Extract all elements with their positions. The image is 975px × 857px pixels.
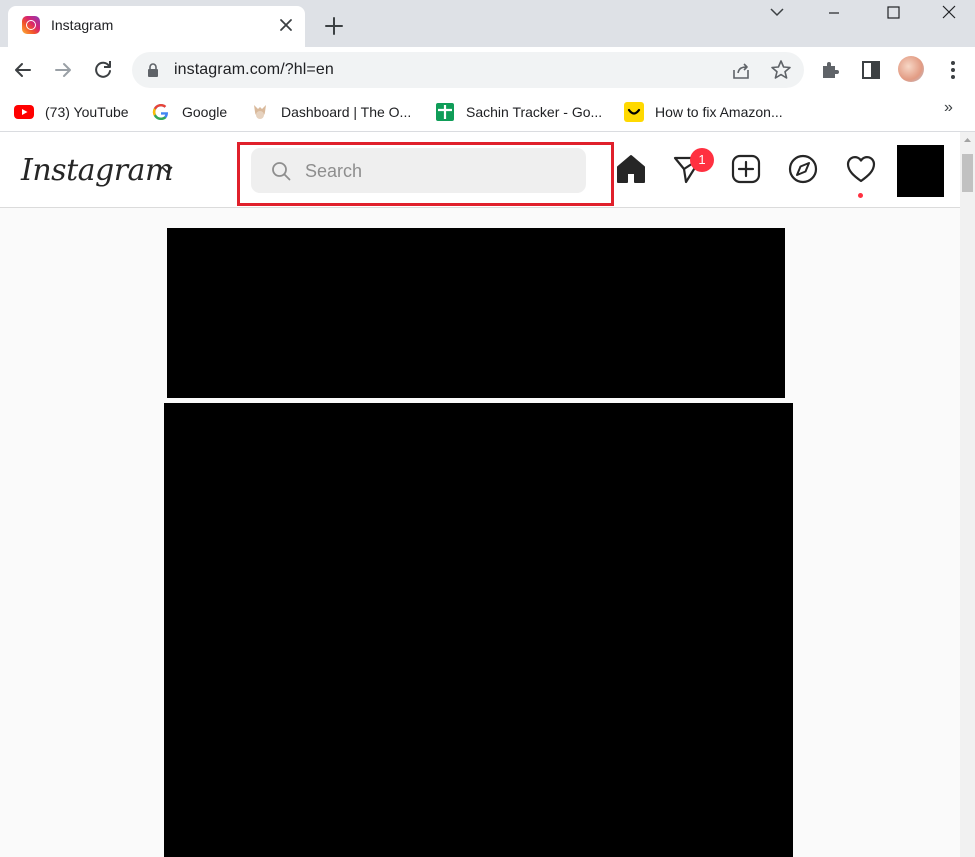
dashboard-icon: [254, 105, 266, 119]
bookmark-amazon-fix[interactable]: How to fix Amazon...: [624, 101, 783, 123]
maximize-icon[interactable]: [865, 0, 921, 28]
bookmarks-bar: (73) YouTube Google Dashboard | The O...…: [0, 93, 975, 132]
share-icon[interactable]: [730, 60, 752, 82]
page-scrollbar[interactable]: [960, 132, 975, 857]
instagram-header: Instagram 1: [0, 132, 960, 208]
new-tab-icon[interactable]: [321, 13, 347, 39]
tab-title: Instagram: [51, 17, 114, 33]
side-panel-icon[interactable]: [858, 57, 884, 83]
minimize-icon[interactable]: [806, 0, 862, 28]
new-post-icon[interactable]: [729, 152, 763, 186]
bookmark-dashboard[interactable]: Dashboard | The O...: [250, 101, 411, 123]
explore-icon[interactable]: [786, 152, 820, 186]
chevron-down-icon[interactable]: [160, 163, 174, 177]
messages-badge: 1: [690, 148, 714, 172]
scroll-thumb[interactable]: [962, 154, 973, 192]
bookmark-label: How to fix Amazon...: [655, 104, 783, 120]
bookmark-star-icon[interactable]: [770, 59, 792, 81]
search-highlight-box: [237, 142, 614, 206]
tab-search-chevron-icon[interactable]: [749, 0, 805, 28]
activity-dot: [858, 193, 863, 198]
profile-avatar[interactable]: [898, 56, 924, 82]
menu-kebab-icon[interactable]: [940, 57, 966, 83]
extensions-icon[interactable]: [818, 57, 844, 83]
lock-icon[interactable]: [147, 63, 159, 77]
scroll-up-arrow-icon[interactable]: [963, 136, 972, 145]
bookmarks-overflow[interactable]: »: [944, 99, 953, 117]
tab-instagram[interactable]: Instagram: [8, 6, 305, 47]
google-icon: [152, 103, 169, 121]
activity-heart-icon[interactable]: [844, 152, 878, 186]
stories-tray-redacted: [167, 228, 785, 398]
bookmark-label: Sachin Tracker - Go...: [466, 104, 603, 120]
close-tab-icon[interactable]: [275, 14, 297, 36]
bookmark-youtube[interactable]: (73) YouTube: [14, 101, 129, 123]
back-icon[interactable]: [10, 57, 36, 83]
bookmark-smile-icon: [624, 102, 644, 122]
browser-toolbar: instagram.com/?hl=en: [0, 47, 975, 93]
bookmark-label: Google: [182, 104, 228, 120]
sheets-icon: [436, 103, 454, 121]
bookmark-google[interactable]: Google: [151, 101, 227, 123]
tab-strip: Instagram: [0, 0, 975, 47]
bookmark-label: (73) YouTube: [45, 104, 129, 120]
home-icon[interactable]: [614, 152, 648, 186]
url-text[interactable]: instagram.com/?hl=en: [174, 61, 334, 79]
reload-icon[interactable]: [90, 57, 116, 83]
feed-post-redacted: [164, 403, 793, 857]
avatar[interactable]: [897, 145, 944, 197]
youtube-icon: [14, 105, 34, 119]
bookmark-sachin-tracker[interactable]: Sachin Tracker - Go...: [435, 101, 602, 123]
instagram-logo[interactable]: Instagram: [21, 153, 173, 188]
instagram-favicon-icon: [22, 16, 40, 34]
bookmark-label: Dashboard | The O...: [281, 104, 412, 120]
close-window-icon[interactable]: [921, 0, 975, 28]
address-bar[interactable]: instagram.com/?hl=en: [132, 52, 804, 88]
forward-icon[interactable]: [50, 57, 76, 83]
